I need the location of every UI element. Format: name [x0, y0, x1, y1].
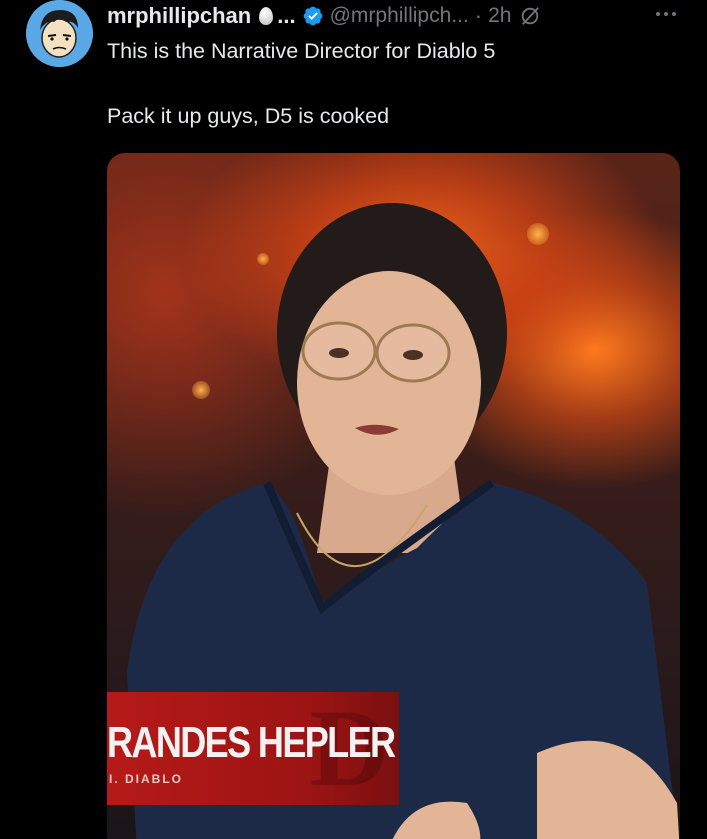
more-options-icon[interactable]: [656, 8, 680, 20]
tweet-text-line-1: This is the Narrative Director for Diabl…: [107, 39, 496, 63]
lower-third-banner: D RANDES HEPLER I. DIABLO: [107, 692, 399, 805]
separator-dot: ·: [474, 3, 483, 28]
grok-icon[interactable]: [519, 5, 541, 27]
tweet-header: mrphillipchan ... @mrphillipch... · 2h: [107, 0, 692, 32]
tweet-text-line-2: Pack it up guys, D5 is cooked: [107, 104, 390, 128]
author-handle[interactable]: @mrphillipch...: [330, 4, 469, 28]
lower-third-subtitle: I. DIABLO: [109, 772, 183, 786]
egg-icon: [259, 7, 274, 25]
author-display-name[interactable]: mrphillipchan: [107, 3, 251, 29]
verified-badge-icon[interactable]: [302, 5, 324, 27]
timestamp[interactable]: 2h: [488, 4, 511, 28]
author-avatar[interactable]: [26, 0, 93, 67]
cartoon-avatar-icon: [26, 0, 93, 67]
name-ellipsis: ...: [277, 3, 296, 28]
lower-third-name: RANDES HEPLER: [107, 718, 396, 767]
tweet-text: This is the Narrative Director for Diabl…: [107, 37, 687, 131]
